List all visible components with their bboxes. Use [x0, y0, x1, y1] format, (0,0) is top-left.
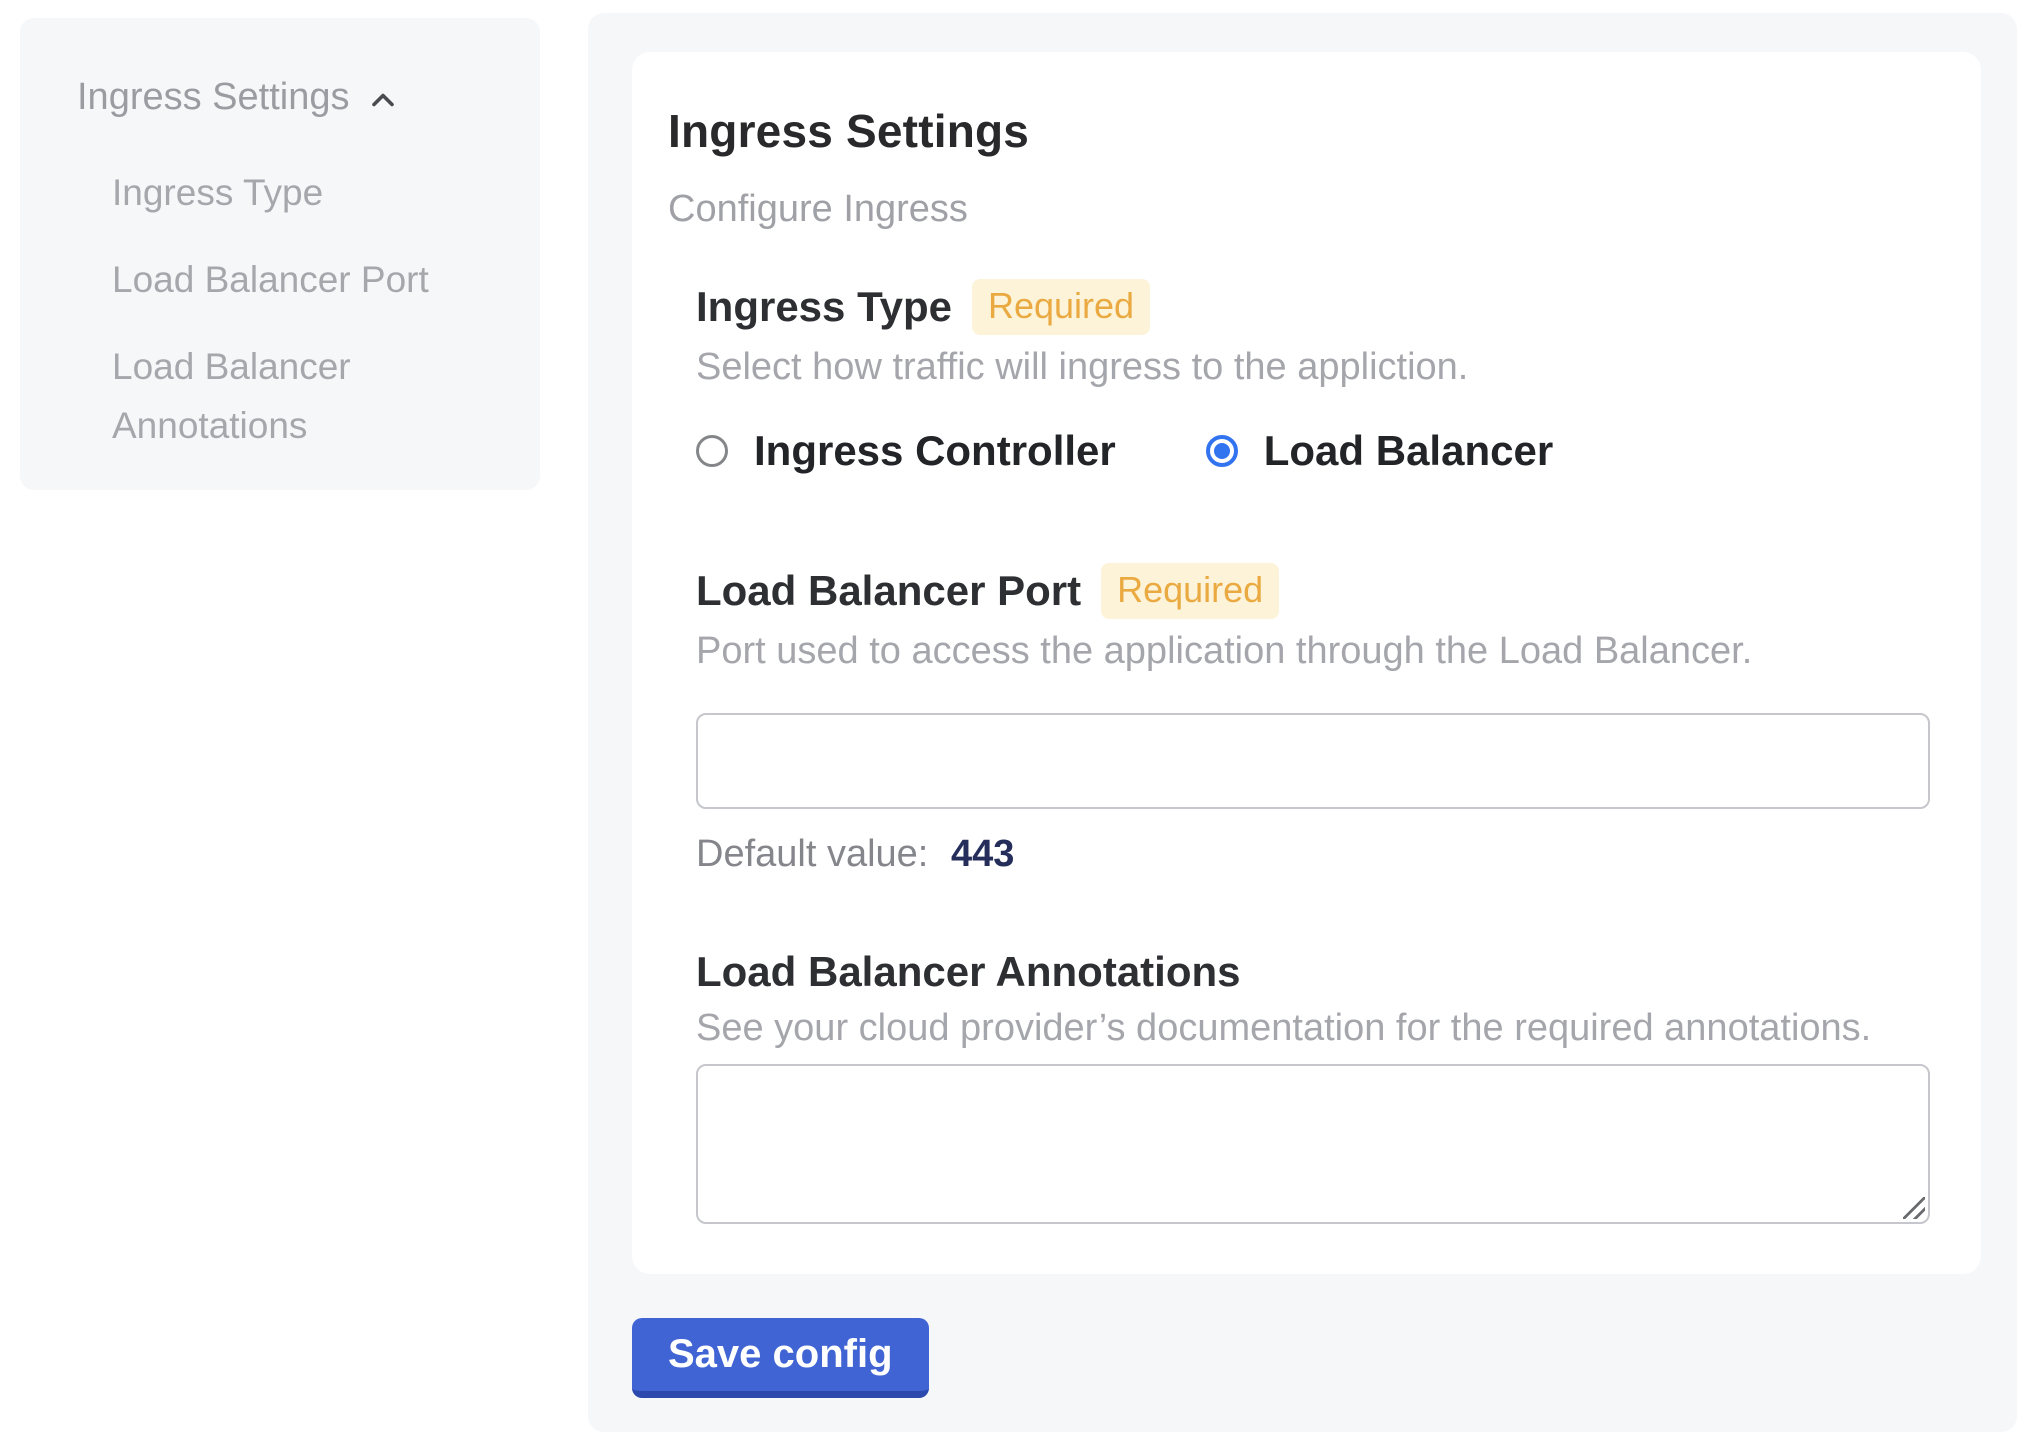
- sidebar-section-label: Ingress Settings: [77, 76, 349, 119]
- default-value-line: Default value: 443: [696, 833, 1931, 876]
- field-description: Select how traffic will ingress to the a…: [696, 343, 1931, 391]
- ingress-settings-panel: Ingress Settings Configure Ingress Ingre…: [588, 13, 2017, 1432]
- field-label-load-balancer-port: Load Balancer Port: [696, 567, 1081, 615]
- sidebar-item-load-balancer-annotations[interactable]: Load Balancer Annotations: [112, 337, 510, 455]
- section-heading: Ingress Type Required: [696, 279, 1931, 335]
- load-balancer-annotations-textarea[interactable]: [696, 1064, 1930, 1224]
- radio-option-ingress-controller[interactable]: Ingress Controller: [696, 427, 1116, 475]
- radio-label-ingress-controller: Ingress Controller: [754, 427, 1116, 475]
- sidebar-section-header-ingress-settings[interactable]: Ingress Settings: [77, 76, 510, 119]
- chevron-up-icon[interactable]: [365, 82, 401, 118]
- radio-selected-dot: [1214, 443, 1230, 459]
- spacer: [696, 477, 1931, 563]
- section-heading: Load Balancer Annotations: [696, 948, 1931, 996]
- section-ingress-type: Ingress Type Required Select how traffic…: [696, 279, 1931, 477]
- radio-option-load-balancer[interactable]: Load Balancer: [1206, 427, 1553, 475]
- radio-ingress-controller[interactable]: [696, 435, 728, 467]
- settings-sidebar: Ingress Settings Ingress Type Load Balan…: [20, 18, 540, 490]
- section-load-balancer-annotations: Load Balancer Annotations See your cloud…: [696, 948, 1931, 1224]
- page-subtitle: Configure Ingress: [668, 188, 1931, 231]
- load-balancer-port-input[interactable]: [696, 713, 1930, 809]
- radio-load-balancer[interactable]: [1206, 435, 1238, 467]
- field-label-ingress-type: Ingress Type: [696, 283, 952, 331]
- radio-label-load-balancer: Load Balancer: [1264, 427, 1553, 475]
- required-badge: Required: [1101, 563, 1279, 619]
- ingress-settings-card: Ingress Settings Configure Ingress Ingre…: [632, 52, 1981, 1274]
- section-load-balancer-port: Load Balancer Port Required Port used to…: [696, 563, 1931, 876]
- ingress-type-radio-group: Ingress Controller Load Balancer: [696, 425, 1931, 477]
- sidebar-item-load-balancer-port[interactable]: Load Balancer Port: [112, 250, 510, 309]
- annotations-textarea-wrap: [696, 1064, 1930, 1224]
- resize-grip-icon[interactable]: [1903, 1197, 1925, 1219]
- default-value-number: 443: [951, 833, 1014, 875]
- field-label-load-balancer-annotations: Load Balancer Annotations: [696, 948, 1241, 996]
- form-sections: Ingress Type Required Select how traffic…: [696, 279, 1931, 1224]
- page-title: Ingress Settings: [668, 104, 1931, 158]
- sidebar-item-list: Ingress Type Load Balancer Port Load Bal…: [112, 163, 510, 455]
- sidebar-item-ingress-type[interactable]: Ingress Type: [112, 163, 510, 222]
- field-description: Port used to access the application thro…: [696, 627, 1931, 675]
- field-description: See your cloud provider’s documentation …: [696, 1004, 1931, 1052]
- default-value-label: Default value:: [696, 833, 928, 875]
- save-config-button[interactable]: Save config: [632, 1318, 929, 1398]
- section-heading: Load Balancer Port Required: [696, 563, 1931, 619]
- required-badge: Required: [972, 279, 1150, 335]
- spacer: [696, 876, 1931, 948]
